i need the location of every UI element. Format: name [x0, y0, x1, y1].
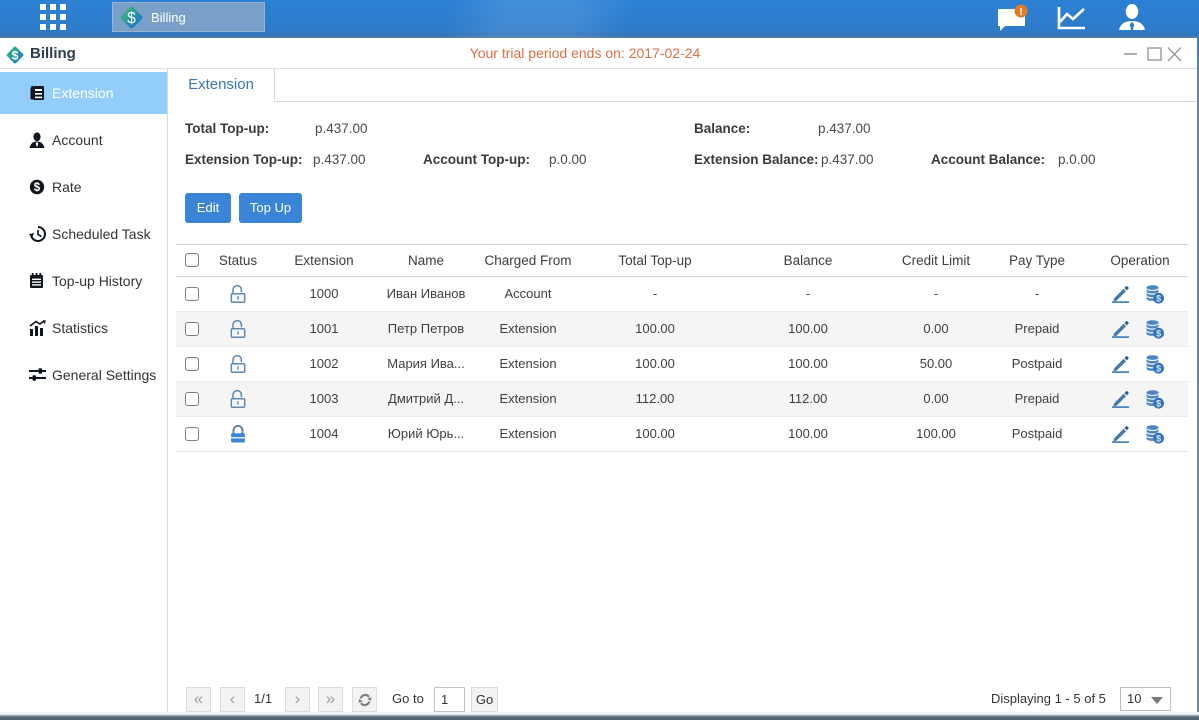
svg-text:$: $	[1156, 328, 1161, 338]
svg-text:$: $	[1156, 398, 1161, 408]
svg-text:$: $	[1156, 363, 1161, 373]
svg-text:!: !	[1019, 7, 1022, 18]
svg-text:$: $	[1156, 293, 1161, 303]
svg-text:$: $	[127, 10, 136, 27]
svg-text:$: $	[1156, 433, 1161, 443]
svg-text:$: $	[34, 182, 41, 194]
